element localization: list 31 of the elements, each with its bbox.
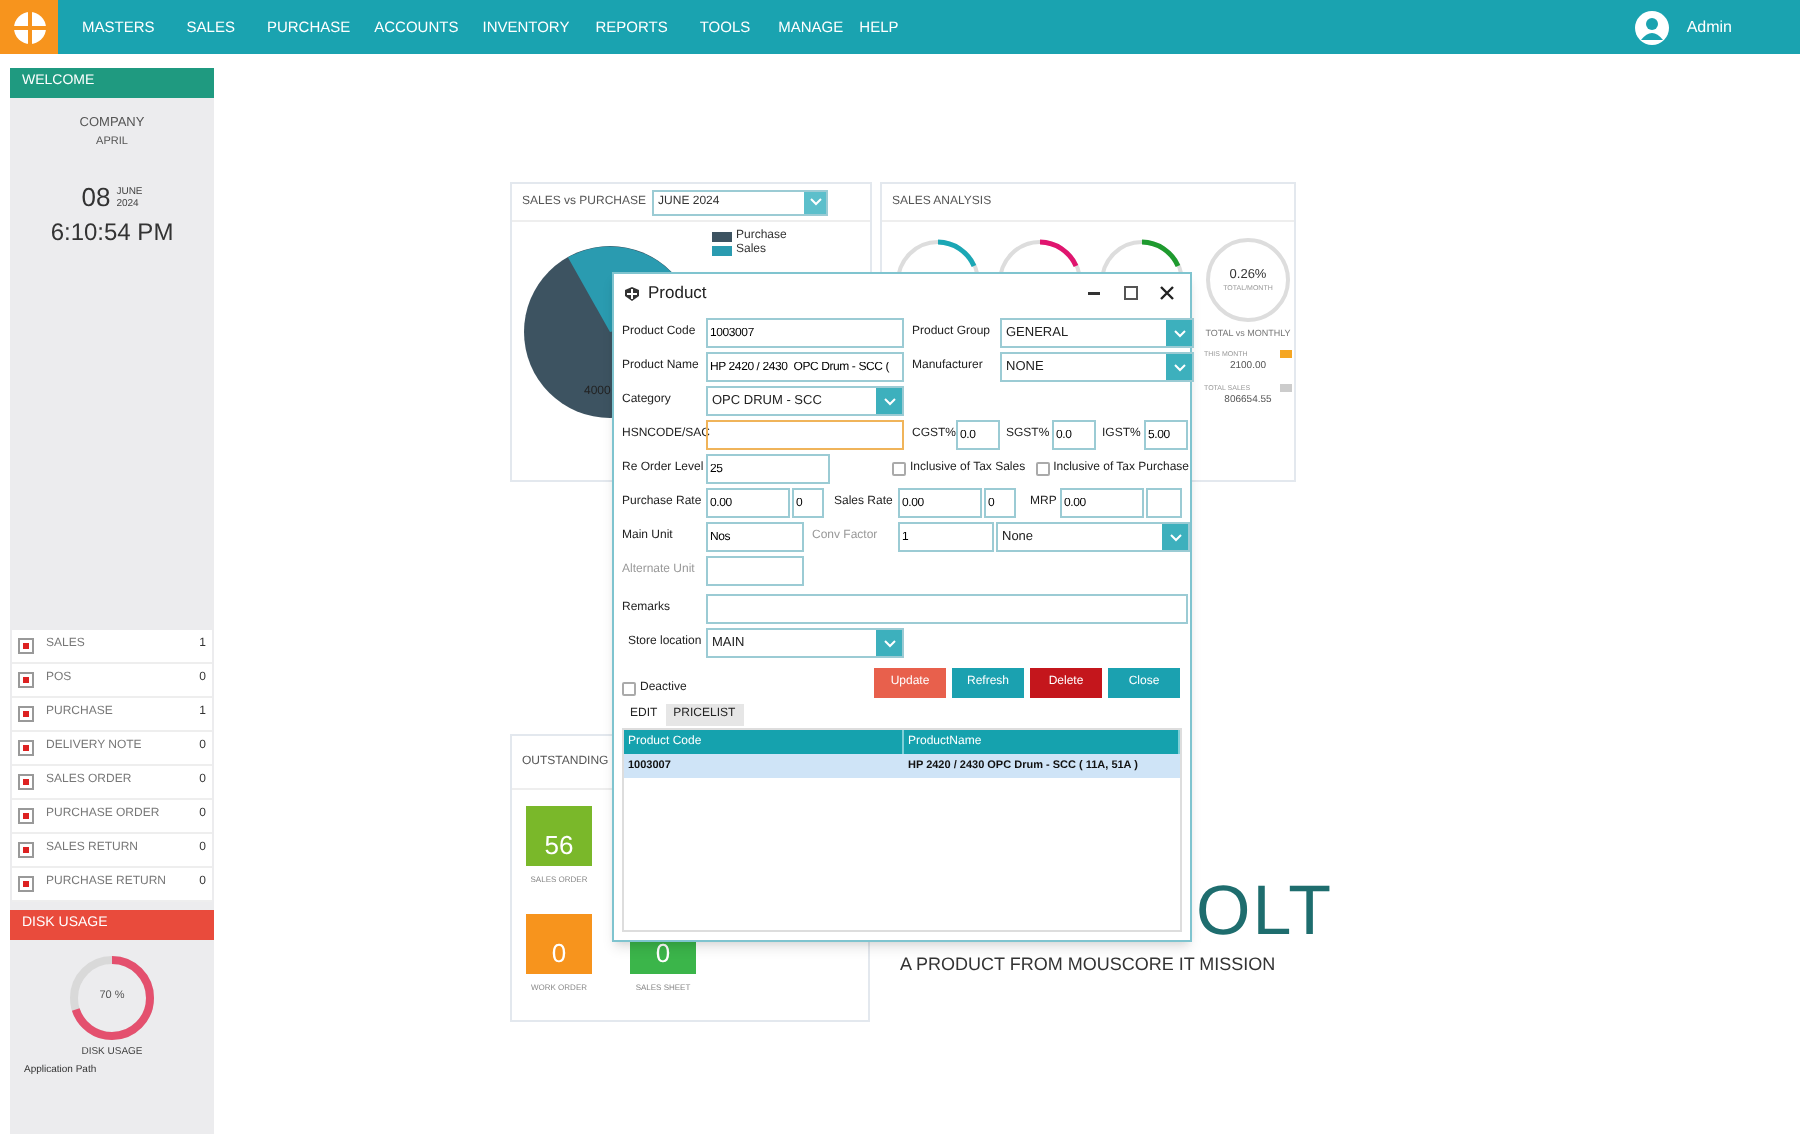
document-icon [18,637,34,653]
close-icon [1159,286,1173,300]
document-icon [18,807,34,823]
document-icon [18,739,34,755]
checkbox[interactable] [1035,462,1050,476]
document-icon [18,671,34,687]
app-logo [0,0,58,54]
dialog-logo-icon [624,285,640,301]
input-field[interactable] [706,594,1188,624]
maximize-icon [1123,286,1137,300]
input-field[interactable] [1146,488,1182,518]
user-avatar-icon [1634,9,1671,45]
checkbox[interactable] [622,682,636,696]
chevron-icon [804,191,827,213]
chevron-icon [876,388,902,414]
clock-time: 6:10:54 PM [50,217,174,245]
date-day: 08 [81,178,111,217]
document-icon [18,875,34,891]
checkbox[interactable] [892,462,906,476]
document-icon [18,705,34,721]
input-field[interactable] [706,556,804,586]
dialog-title: Product [648,280,707,306]
brand-tagline: A PRODUCT FROM MOUSCORE IT MISSION [900,952,1278,978]
minimize-icon [1088,291,1100,295]
input-field[interactable] [706,420,904,450]
brand-logo-text: OLT [1196,876,1333,948]
chevron-icon [876,630,902,656]
maximize-button[interactable] [1122,285,1138,301]
document-icon [18,841,34,857]
document-icon [18,773,34,789]
close-button[interactable] [1158,285,1174,301]
